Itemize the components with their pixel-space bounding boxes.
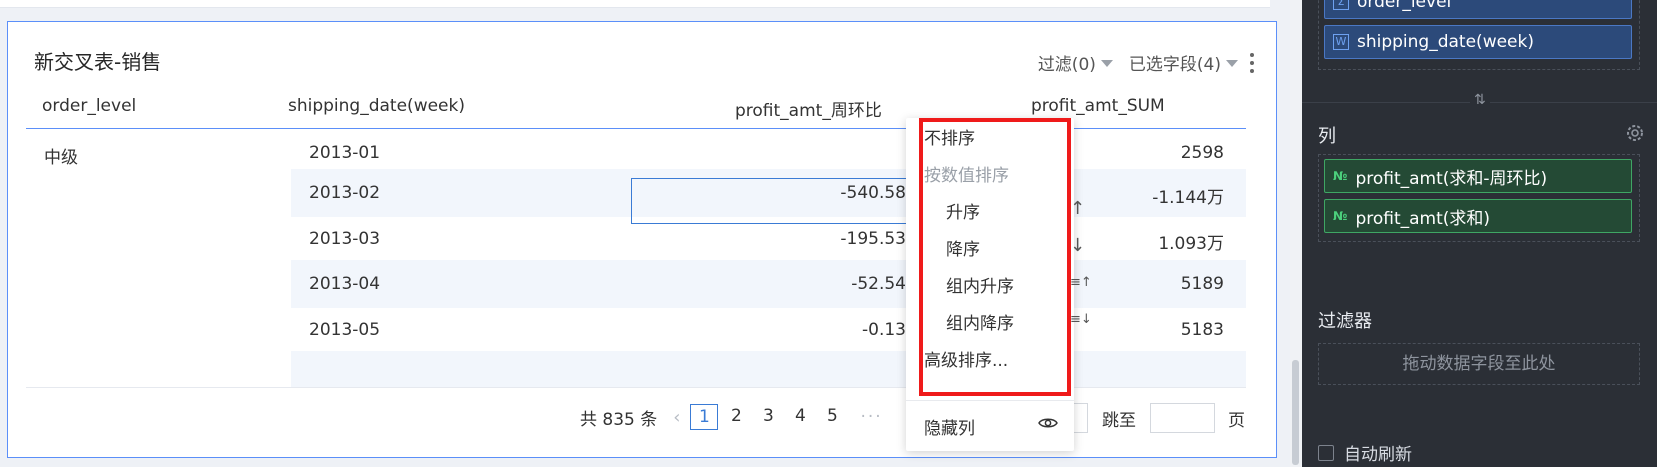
field-chip-profit-sum[interactable]: № profit_amt(求和) bbox=[1324, 199, 1632, 233]
previous-widget-card bbox=[0, 0, 1270, 8]
group-sort-desc-icon: ≡↓ bbox=[1070, 312, 1092, 327]
menu-item-descending[interactable]: 降序 ↓ bbox=[946, 235, 1096, 260]
menu-item-ascending[interactable]: 升序 ↑ bbox=[946, 198, 1096, 223]
header-shipping-date[interactable]: shipping_date(week) bbox=[288, 96, 465, 116]
more-options-icon[interactable] bbox=[1250, 51, 1254, 75]
page-button-2[interactable]: 2 bbox=[722, 404, 750, 430]
cell-sum: -1.144万 bbox=[1152, 188, 1224, 208]
header-order-level[interactable]: order_level bbox=[42, 96, 136, 116]
cell-wow: -195.53 bbox=[840, 229, 906, 249]
table-row[interactable]: 2013-02 -540.58 -1.144万 bbox=[291, 169, 1246, 217]
menu-item-group-descending[interactable]: 组内降序 ≡↓ bbox=[946, 309, 1096, 334]
page-button-5[interactable]: 5 bbox=[818, 404, 846, 430]
table-row[interactable] bbox=[291, 351, 1246, 387]
arrow-up-icon: ↑ bbox=[1070, 198, 1086, 219]
page-button-3[interactable]: 3 bbox=[754, 404, 782, 430]
page-button-4[interactable]: 4 bbox=[786, 404, 814, 430]
columns-dropzone: № profit_amt(求和-周环比) № profit_amt(求和) bbox=[1318, 154, 1640, 242]
caret-down-icon bbox=[1100, 60, 1113, 67]
cell-sum: 5183 bbox=[1180, 320, 1224, 340]
arrow-down-icon: ↓ bbox=[1070, 235, 1086, 256]
menu-item-label: 降序 bbox=[946, 240, 980, 260]
pagination-total: 共 835 条 bbox=[580, 409, 658, 430]
number-type-icon: № bbox=[1333, 209, 1348, 223]
auto-refresh-label: 自动刷新 bbox=[1344, 445, 1412, 465]
swap-rows-columns-icon[interactable]: ⇅ bbox=[1470, 92, 1490, 108]
group-cell-order-level[interactable]: 中级 bbox=[44, 143, 78, 168]
menu-item-advanced-sort[interactable]: 高级排序... bbox=[924, 346, 1008, 371]
cell-date: 2013-01 bbox=[309, 143, 381, 163]
cell-date: 2013-04 bbox=[309, 274, 381, 294]
menu-item-label: 组内升序 bbox=[946, 277, 1014, 297]
filter-dropdown-label: 过滤(0) bbox=[1037, 55, 1096, 75]
table-row[interactable]: 2013-03 -195.53 1.093万 bbox=[291, 215, 1246, 263]
page-unit-label: 页 bbox=[1228, 411, 1245, 431]
field-chip-profit-wow[interactable]: № profit_amt(求和-周环比) bbox=[1324, 159, 1632, 193]
chevron-left-icon[interactable]: ‹ bbox=[673, 407, 680, 428]
widget-title: 新交叉表-销售 bbox=[34, 50, 162, 74]
jump-label: 跳至 bbox=[1102, 411, 1136, 431]
page-scrollbar-thumb[interactable] bbox=[1292, 360, 1299, 465]
selected-fields-label: 已选字段(4) bbox=[1128, 55, 1221, 75]
field-chip-shipping-date[interactable]: W shipping_date(week) bbox=[1324, 25, 1632, 59]
widget-toolbar: 过滤(0) 已选字段(4) bbox=[1022, 50, 1254, 75]
menu-item-label: 升序 bbox=[946, 203, 980, 223]
cell-date: 2013-02 bbox=[309, 183, 381, 203]
cell-wow: -52.54 bbox=[851, 274, 906, 294]
filter-dropzone[interactable]: 拖动数据字段至此处 bbox=[1318, 343, 1640, 385]
menu-section-sort-by-value: 按数值排序 bbox=[924, 166, 1009, 186]
caret-down-icon bbox=[1226, 60, 1238, 67]
header-profit-wow[interactable]: profit_amt_周环比 bbox=[735, 96, 882, 121]
group-sort-asc-icon: ≡↑ bbox=[1070, 275, 1092, 290]
auto-refresh-option[interactable]: 自动刷新 bbox=[1318, 440, 1412, 465]
cell-sum: 5189 bbox=[1180, 274, 1224, 294]
cell-sum: 1.093万 bbox=[1158, 234, 1224, 254]
selected-fields-dropdown[interactable]: 已选字段(4) bbox=[1129, 50, 1238, 75]
auto-refresh-checkbox[interactable] bbox=[1318, 444, 1334, 461]
field-chip-label: profit_amt(求和-周环比) bbox=[1355, 168, 1548, 189]
table-row[interactable]: 2013-04 -52.54 5189 bbox=[291, 260, 1246, 308]
column-sort-menu: 不排序 按数值排序 升序 ↑ 降序 ↓ 组内升序 ≡↑ 组内降序 ≡↓ 高级排序… bbox=[906, 118, 1092, 451]
header-profit-sum[interactable]: profit_amt_SUM bbox=[1031, 96, 1165, 116]
page-button-1[interactable]: 1 bbox=[690, 404, 719, 430]
gear-icon[interactable] bbox=[1624, 122, 1646, 144]
columns-section-title: 列 bbox=[1318, 126, 1336, 147]
date-week-icon: W bbox=[1333, 34, 1349, 50]
rows-dropzone: Σ order_level W shipping_date(week) bbox=[1318, 0, 1640, 70]
field-chip-label: order_level bbox=[1357, 0, 1452, 12]
cell-date: 2013-05 bbox=[309, 320, 381, 340]
eye-icon[interactable] bbox=[1038, 416, 1058, 430]
number-type-icon: № bbox=[1333, 169, 1348, 183]
more-pages-icon[interactable]: ··· bbox=[860, 407, 882, 427]
pagination: 共 835 条 ‹ 1 2 3 4 5 ··· bbox=[580, 404, 895, 430]
menu-divider bbox=[906, 400, 1074, 401]
filter-section-title: 过滤器 bbox=[1318, 311, 1372, 332]
jump-page-input[interactable] bbox=[1150, 403, 1215, 433]
field-chip-label: shipping_date(week) bbox=[1357, 32, 1534, 52]
menu-item-no-sort[interactable]: 不排序 bbox=[924, 124, 975, 149]
measure-badge-icon: Σ bbox=[1333, 0, 1349, 10]
table-row[interactable]: 2013-05 -0.13 5183 bbox=[291, 306, 1246, 354]
field-config-panel: Σ order_level W shipping_date(week) ⇅ 列 … bbox=[1302, 0, 1657, 467]
menu-item-label: 组内降序 bbox=[946, 314, 1014, 334]
field-chip-label: profit_amt(求和) bbox=[1355, 208, 1491, 229]
menu-item-group-ascending[interactable]: 组内升序 ≡↑ bbox=[946, 272, 1096, 297]
cell-wow: -540.58 bbox=[840, 183, 906, 203]
menu-item-hide-column[interactable]: 隐藏列 bbox=[924, 414, 975, 439]
field-chip-order-level[interactable]: Σ order_level bbox=[1324, 0, 1632, 19]
cell-wow: -0.13 bbox=[862, 320, 906, 340]
cell-sum: 2598 bbox=[1180, 143, 1224, 163]
cell-date: 2013-03 bbox=[309, 229, 381, 249]
filter-dropdown[interactable]: 过滤(0) bbox=[1038, 50, 1113, 75]
